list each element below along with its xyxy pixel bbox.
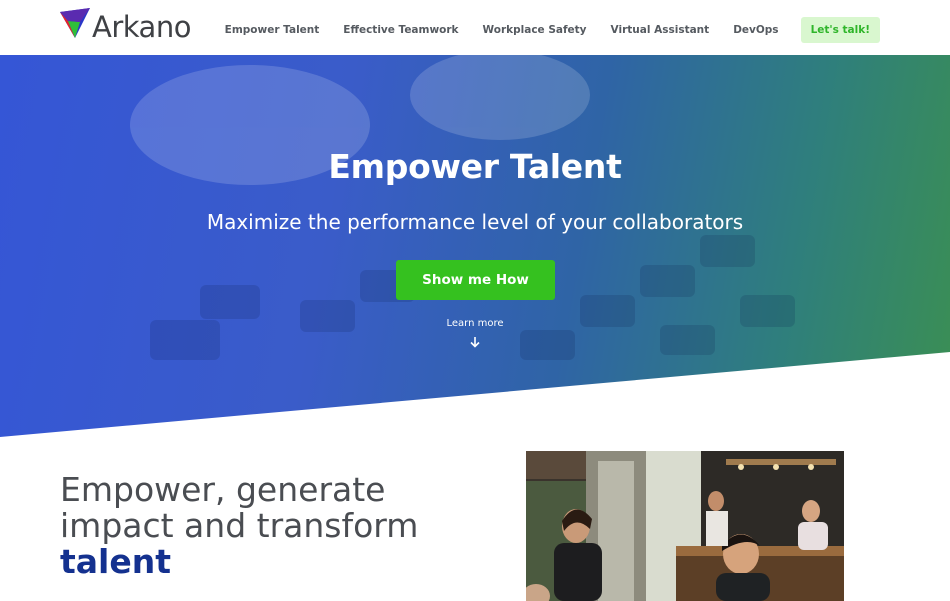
brand-name: Arkano xyxy=(92,10,191,44)
team-photo xyxy=(526,451,844,601)
main-nav: Empower Talent Effective Teamwork Workpl… xyxy=(201,17,880,43)
heading-line-1: Empower, generate xyxy=(60,470,386,509)
heading-line-2: impact and transform xyxy=(60,506,419,545)
site-header: Arkano Empower Talent Effective Teamwork… xyxy=(0,0,950,55)
nav-item-effective-teamwork[interactable]: Effective Teamwork xyxy=(343,24,458,36)
nav-item-empower-talent[interactable]: Empower Talent xyxy=(225,24,320,36)
hero-title: Empower Talent xyxy=(328,147,622,186)
arrow-down-icon[interactable] xyxy=(469,336,481,348)
nav-item-devops[interactable]: DevOps xyxy=(733,24,778,36)
section-heading: Empower, generate impact and transform t… xyxy=(60,472,480,580)
show-me-how-button[interactable]: Show me How xyxy=(396,260,555,300)
heading-accent: talent xyxy=(60,542,172,581)
hero-subtitle: Maximize the performance level of your c… xyxy=(206,210,744,234)
keyboard-background-image xyxy=(130,55,795,360)
hero-banner: Empower Talent Maximize the performance … xyxy=(0,55,950,437)
learn-more-link[interactable]: Learn more xyxy=(0,318,950,329)
cafe-people-image xyxy=(526,451,844,601)
nav-item-virtual-assistant[interactable]: Virtual Assistant xyxy=(611,24,710,36)
arkano-logo-icon xyxy=(60,8,90,38)
lets-talk-button[interactable]: Let's talk! xyxy=(800,17,880,43)
brand-logo[interactable]: Arkano xyxy=(58,6,191,44)
nav-item-workplace-safety[interactable]: Workplace Safety xyxy=(483,24,587,36)
